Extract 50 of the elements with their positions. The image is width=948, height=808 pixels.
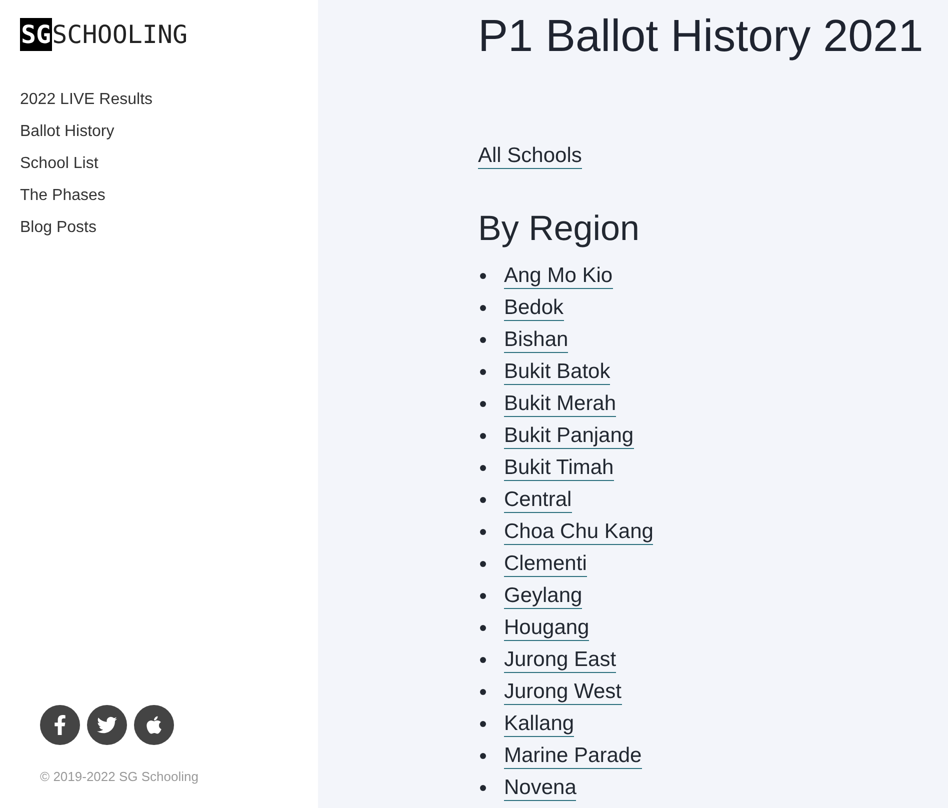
- nav-link[interactable]: Ballot History: [20, 121, 114, 143]
- bullet-icon: [480, 433, 486, 439]
- region-link[interactable]: Bukit Batok: [504, 360, 610, 384]
- copyright: © 2019-2022 SG Schooling: [39, 768, 200, 786]
- twitter-button[interactable]: [87, 704, 127, 744]
- region-link[interactable]: Marine Parade: [504, 744, 642, 768]
- nav-link[interactable]: The Phases: [20, 185, 106, 207]
- bullet-icon: [480, 593, 486, 599]
- region-link[interactable]: Bukit Panjang: [504, 424, 634, 448]
- bullet-icon: [480, 657, 486, 663]
- nav-link[interactable]: Blog Posts: [20, 217, 96, 239]
- region-link[interactable]: Kallang: [504, 712, 574, 736]
- facebook-button[interactable]: [40, 704, 80, 744]
- bullet-icon: [480, 401, 486, 407]
- nav-link[interactable]: 2022 LIVE Results: [20, 89, 153, 111]
- region-link[interactable]: Bedok: [504, 296, 564, 320]
- section-heading: By Region: [478, 209, 640, 249]
- region-link[interactable]: Hougang: [504, 616, 590, 640]
- nav-link[interactable]: School List: [20, 153, 98, 175]
- region-link[interactable]: Bukit Merah: [504, 392, 616, 416]
- region-link[interactable]: Central: [504, 488, 572, 512]
- all-schools-link[interactable]: All Schools: [478, 144, 582, 169]
- apple-icon: [144, 714, 164, 734]
- region-link[interactable]: Ang Mo Kio: [504, 264, 613, 288]
- bullet-icon: [480, 529, 486, 535]
- region-link[interactable]: Clementi: [504, 552, 587, 576]
- bullet-icon: [480, 561, 486, 567]
- page-title: P1 Ballot History 2021: [478, 9, 924, 63]
- bullet-icon: [480, 273, 486, 279]
- region-link[interactable]: Jurong West: [504, 680, 622, 704]
- bullet-icon: [480, 465, 486, 471]
- bullet-icon: [480, 753, 486, 759]
- bullet-icon: [480, 689, 486, 695]
- region-link[interactable]: Novena: [504, 776, 576, 800]
- bullet-icon: [480, 305, 486, 311]
- region-link[interactable]: Geylang: [504, 584, 582, 608]
- region-link[interactable]: Bishan: [504, 328, 568, 352]
- bullet-icon: [480, 625, 486, 631]
- bullet-icon: [480, 785, 486, 791]
- logo-text: SCHOOLING: [52, 22, 188, 47]
- logo-mark: SG: [20, 18, 52, 51]
- bullet-icon: [480, 369, 486, 375]
- apple-button[interactable]: [134, 704, 174, 744]
- region-link[interactable]: Bukit Timah: [504, 456, 614, 480]
- bullet-icon: [480, 337, 486, 343]
- region-link[interactable]: Choa Chu Kang: [504, 520, 654, 544]
- bullet-icon: [480, 721, 486, 727]
- bird-icon: [97, 714, 117, 734]
- bullet-icon: [480, 497, 486, 503]
- region-link[interactable]: Jurong East: [504, 648, 616, 672]
